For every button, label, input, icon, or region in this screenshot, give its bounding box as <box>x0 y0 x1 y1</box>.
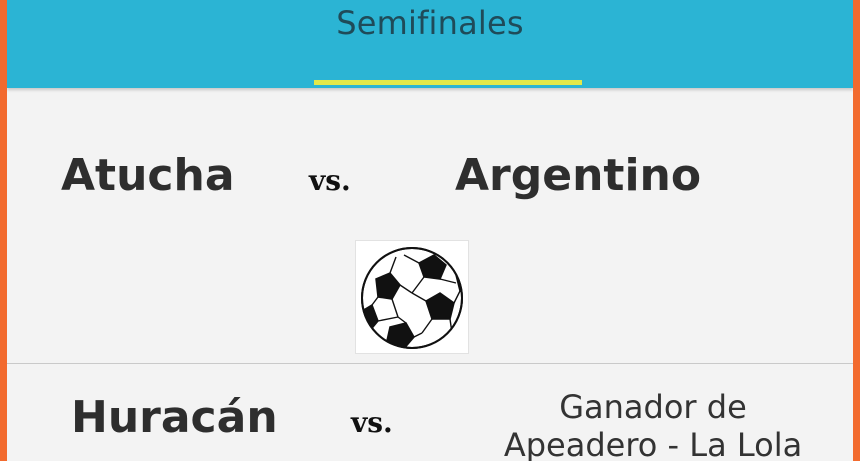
versus-label: vs. <box>309 164 351 197</box>
soccer-ball-icon <box>355 240 469 354</box>
versus-label: vs. <box>351 406 393 439</box>
home-team: Atucha <box>61 150 235 201</box>
home-team: Huracán <box>71 392 278 443</box>
match-row: Atucha vs. Argentino <box>7 120 853 362</box>
tab-semifinales[interactable]: Semifinales <box>7 4 853 42</box>
tab-active-indicator <box>314 80 582 85</box>
match-row: Huracán vs. Ganador de Apeadero - La Lol… <box>7 364 853 461</box>
tab-bar: Semifinales <box>7 0 853 88</box>
away-team: Ganador de Apeadero - La Lola <box>503 388 803 461</box>
away-team: Argentino <box>455 150 702 201</box>
app-frame: Semifinales Atucha vs. Argentino Huracán… <box>0 0 860 461</box>
